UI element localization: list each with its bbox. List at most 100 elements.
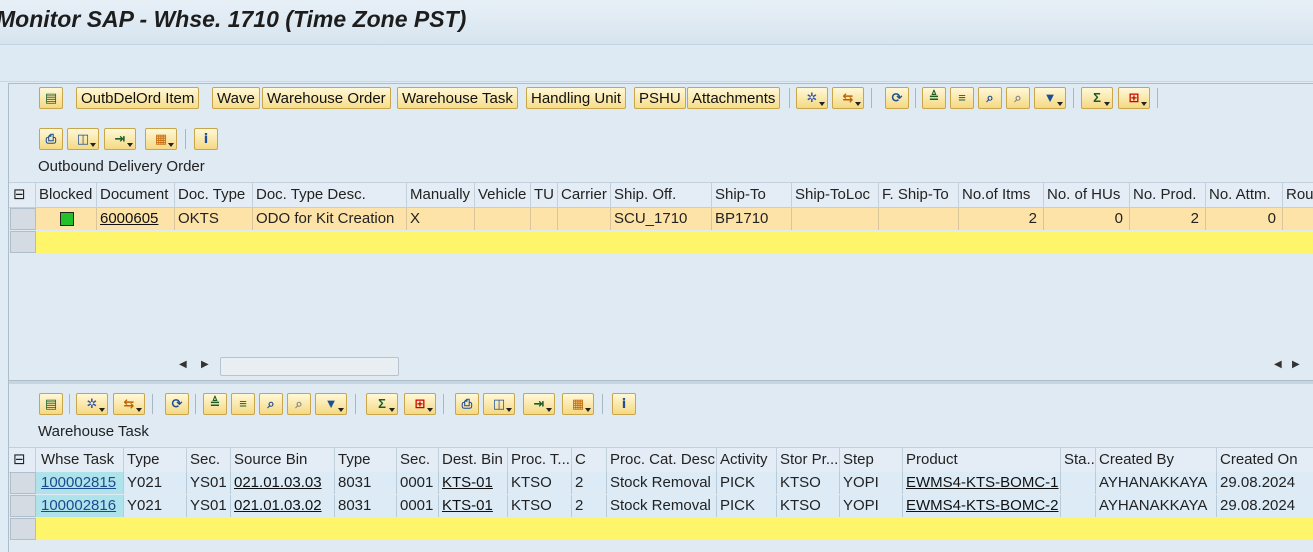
col-header[interactable]: No. Attm. <box>1206 183 1283 207</box>
dest-bin-link[interactable]: KTS-01 <box>439 472 508 494</box>
btn-handling-unit[interactable]: Handling Unit <box>526 87 627 109</box>
sort-descending-icon[interactable]: ≡ <box>231 393 255 415</box>
print-icon[interactable]: ⎙ <box>39 128 63 150</box>
sort-descending-icon[interactable]: ≡ <box>950 87 974 109</box>
method-icon[interactable]: ⇆ <box>113 393 145 415</box>
sort-ascending-icon[interactable]: ≜ <box>922 87 946 109</box>
settings-icon[interactable]: ✲ <box>76 393 108 415</box>
col-header[interactable]: Product <box>903 448 1061 472</box>
col-header[interactable]: Stor Pr... <box>777 448 840 472</box>
sum-icon[interactable]: Σ <box>1081 87 1113 109</box>
row-selector[interactable] <box>10 495 36 517</box>
subtotal-icon[interactable]: ⊞ <box>404 393 436 415</box>
empty-row[interactable] <box>36 518 1313 540</box>
empty-row[interactable] <box>36 231 1313 253</box>
refresh-icon[interactable]: ⟳ <box>165 393 189 415</box>
layout-icon[interactable]: ▤ <box>39 87 63 109</box>
table-settings-icon[interactable]: ⊟ <box>9 183 36 207</box>
col-header[interactable]: F. Ship-To <box>879 183 959 207</box>
row-selector[interactable] <box>10 472 36 494</box>
col-header[interactable]: Doc. Type Desc. <box>253 183 407 207</box>
col-header[interactable]: No. of HUs <box>1044 183 1130 207</box>
col-header[interactable]: Rou <box>1283 183 1313 207</box>
table-settings-icon[interactable]: ⊟ <box>9 448 36 472</box>
col-header[interactable]: Proc. Cat. Desc <box>607 448 717 472</box>
find-next-icon[interactable]: ⌕ <box>1006 87 1030 109</box>
scroll-right-icon[interactable]: ▶ <box>201 359 209 370</box>
scroll-thumb[interactable] <box>220 357 399 376</box>
table-row[interactable]: 100002815 Y021 YS01 021.01.03.03 8031 00… <box>36 472 1313 494</box>
col-header[interactable]: Source Bin <box>231 448 335 472</box>
document-link[interactable]: 6000605 <box>97 208 175 230</box>
col-header[interactable]: Ship-ToLoc <box>792 183 879 207</box>
product-link[interactable]: EWMS4-KTS-BOMC-1 <box>903 472 1061 494</box>
horizontal-scrollbar[interactable]: ◀ ▶ ◀ ▶ <box>177 357 1313 376</box>
col-header[interactable]: Sec. <box>397 448 439 472</box>
col-header[interactable]: Activity <box>717 448 777 472</box>
scroll-left-end-icon[interactable]: ◀ <box>1274 359 1282 370</box>
print-icon[interactable]: ⎙ <box>455 393 479 415</box>
col-header[interactable]: Carrier <box>558 183 611 207</box>
row-selector[interactable] <box>10 208 36 230</box>
col-header[interactable]: Manually <box>407 183 475 207</box>
col-header[interactable]: Vehicle <box>475 183 531 207</box>
col-header[interactable]: Type <box>124 448 187 472</box>
col-header[interactable]: Whse Task <box>36 448 124 472</box>
table-row[interactable]: 6000605 OKTS ODO for Kit Creation X SCU_… <box>36 208 1313 230</box>
filter-icon[interactable]: ▼ <box>315 393 347 415</box>
btn-outbdelord-item[interactable]: OutbDelOrd Item <box>76 87 200 109</box>
whse-task-link[interactable]: 100002815 <box>36 472 124 494</box>
settings-icon[interactable]: ✲ <box>796 87 828 109</box>
splitter[interactable] <box>9 380 1313 384</box>
btn-warehouse-order[interactable]: Warehouse Order <box>262 87 391 109</box>
views-icon[interactable]: ◫ <box>483 393 515 415</box>
find-next-icon[interactable]: ⌕ <box>287 393 311 415</box>
table-row[interactable]: 100002816 Y021 YS01 021.01.03.02 8031 00… <box>36 495 1313 517</box>
scroll-left-icon[interactable]: ◀ <box>179 359 187 370</box>
subtotal-icon[interactable]: ⊞ <box>1118 87 1150 109</box>
col-header[interactable]: C <box>572 448 607 472</box>
col-header[interactable]: Step <box>840 448 903 472</box>
col-header[interactable]: Proc. T... <box>508 448 572 472</box>
row-selector[interactable] <box>10 231 36 253</box>
col-header[interactable]: Ship-To <box>712 183 792 207</box>
export-icon[interactable]: ⇥ <box>104 128 136 150</box>
product-link[interactable]: EWMS4-KTS-BOMC-2 <box>903 495 1061 517</box>
dest-bin-link[interactable]: KTS-01 <box>439 495 508 517</box>
btn-pshu[interactable]: PSHU <box>634 87 686 109</box>
filter-icon[interactable]: ▼ <box>1034 87 1066 109</box>
col-header[interactable]: Created On <box>1217 448 1313 472</box>
sort-ascending-icon[interactable]: ≜ <box>203 393 227 415</box>
col-header[interactable]: TU <box>531 183 558 207</box>
btn-warehouse-task[interactable]: Warehouse Task <box>397 87 518 109</box>
col-header[interactable]: Dest. Bin <box>439 448 508 472</box>
btn-attachments[interactable]: Attachments <box>687 87 781 109</box>
sum-icon[interactable]: Σ <box>366 393 398 415</box>
col-header[interactable]: Created By <box>1096 448 1217 472</box>
col-header[interactable]: No. Prod. <box>1130 183 1206 207</box>
refresh-icon[interactable]: ⟳ <box>885 87 909 109</box>
col-header[interactable]: Sta... <box>1061 448 1096 472</box>
export-icon[interactable]: ⇥ <box>523 393 555 415</box>
col-header[interactable]: No.of Itms <box>959 183 1044 207</box>
views-icon[interactable]: ◫ <box>67 128 99 150</box>
source-bin-link[interactable]: 021.01.03.03 <box>231 472 335 494</box>
col-header[interactable]: Sec. <box>187 448 231 472</box>
col-header[interactable]: Blocked <box>36 183 97 207</box>
col-header[interactable]: Ship. Off. <box>611 183 712 207</box>
find-icon[interactable]: ⌕ <box>978 87 1002 109</box>
col-header[interactable]: Type <box>335 448 397 472</box>
col-header[interactable]: Doc. Type <box>175 183 253 207</box>
btn-wave[interactable]: Wave <box>212 87 260 109</box>
info-icon[interactable]: ⅰ <box>612 393 636 415</box>
scroll-right-end-icon[interactable]: ▶ <box>1292 359 1300 370</box>
method-icon[interactable]: ⇆ <box>832 87 864 109</box>
layout-choose-icon[interactable]: ▦ <box>562 393 594 415</box>
layout-choose-icon[interactable]: ▦ <box>145 128 177 150</box>
col-header[interactable]: Document <box>97 183 175 207</box>
layout-icon[interactable]: ▤ <box>39 393 63 415</box>
row-selector[interactable] <box>10 518 36 540</box>
source-bin-link[interactable]: 021.01.03.02 <box>231 495 335 517</box>
whse-task-link[interactable]: 100002816 <box>36 495 124 517</box>
info-icon[interactable]: ⅰ <box>194 128 218 150</box>
